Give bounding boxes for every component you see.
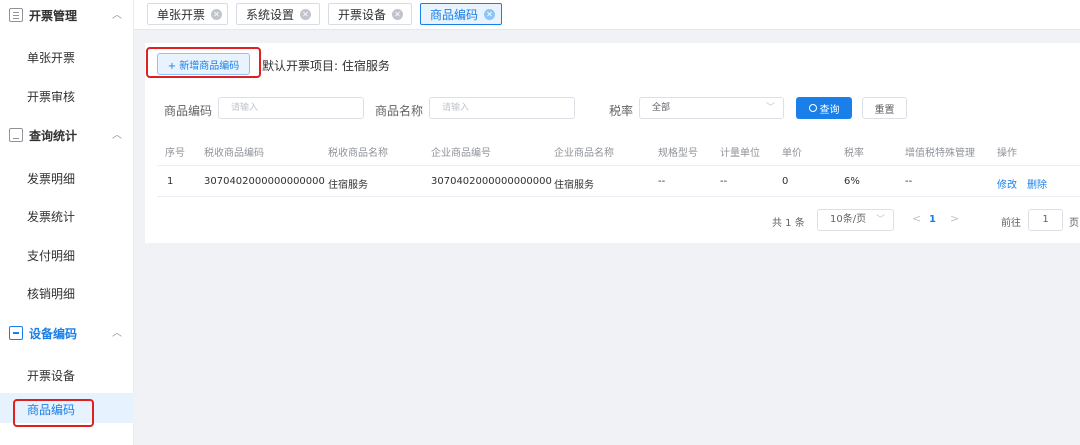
sidebar-group-query-stats[interactable]: 查询统计 ︿ — [0, 120, 134, 150]
query-button[interactable]: 查询 — [796, 97, 852, 119]
chevron-up-icon: ︿ — [112, 328, 122, 339]
tax-rate-select[interactable]: 全部 ﹀ — [639, 97, 784, 119]
delete-link[interactable]: 删除 — [1027, 176, 1047, 191]
code-search-input[interactable] — [218, 97, 364, 119]
document-icon — [9, 8, 23, 22]
sidebar-group-label: 开票管理 — [29, 9, 78, 23]
column-header: 计量单位 — [720, 148, 760, 159]
sidebar-item-single-invoice[interactable]: 单张开票 — [0, 41, 134, 71]
close-icon[interactable]: ✕ — [300, 8, 312, 20]
cell-enterprise-name: 住宿服务 — [554, 180, 594, 191]
column-header: 税率 — [844, 148, 864, 159]
sidebar-item-payment-detail[interactable]: 支付明细 — [0, 239, 134, 269]
column-header: 企业商品编号 — [431, 148, 491, 159]
page-suffix: 页 — [1069, 218, 1079, 229]
next-page-button[interactable]: > — [950, 212, 959, 225]
cell-unit: -- — [720, 176, 728, 187]
cell-tax-name: 住宿服务 — [328, 180, 368, 191]
sidebar-item-writeoff-detail[interactable]: 核销明细 — [0, 277, 134, 307]
sidebar-group-invoice-management[interactable]: 开票管理 ︿ — [0, 0, 134, 30]
sidebar-group-device-code[interactable]: 设备编码 ︿ — [0, 318, 134, 348]
reset-button[interactable]: 重置 — [862, 97, 907, 119]
content-card: + 新增商品编码 默认开票项目: 住宿服务 商品编码 商品名称 税率 全部 ﹀ … — [145, 43, 1080, 243]
column-header: 操作 — [997, 148, 1017, 159]
sidebar-group-label: 设备编码 — [29, 327, 78, 341]
column-header: 增值税特殊管理 — [905, 148, 975, 159]
pagination-total: 共 1 条 — [772, 218, 805, 229]
close-icon[interactable]: ✕ — [392, 8, 404, 20]
page-size-select[interactable]: 10条/页 ﹀ — [817, 209, 894, 231]
cell-price: 0 — [782, 176, 789, 187]
tab-bar: 单张开票 ✕ 系统设置 ✕ 开票设备 ✕ 商品编码 ✕ — [134, 0, 1080, 30]
cell-tax-code: 3070402000000000000 — [204, 176, 325, 187]
search-icon — [808, 104, 817, 112]
device-icon — [9, 326, 23, 340]
cell-tax-rate: 6% — [844, 176, 860, 187]
chevron-down-icon: ﹀ — [875, 215, 885, 225]
column-header: 税收商品名称 — [328, 148, 388, 159]
sidebar-item-invoice-detail[interactable]: 发票明细 — [0, 162, 134, 192]
close-icon[interactable]: ✕ — [484, 8, 496, 20]
default-project-label: 默认开票项目: 住宿服务 — [262, 59, 390, 73]
goto-page-input[interactable]: 1 — [1028, 209, 1063, 231]
edit-link[interactable]: 修改 — [997, 176, 1017, 191]
cell-spec: -- — [658, 176, 666, 187]
highlight-box — [13, 399, 94, 427]
sidebar-item-invoice-review[interactable]: 开票审核 — [0, 80, 134, 110]
cell-enterprise-code: 3070402000000000000 — [431, 176, 552, 187]
column-header: 税收商品编码 — [204, 148, 264, 159]
name-filter-label: 商品名称 — [375, 104, 424, 118]
column-header: 规格型号 — [658, 148, 698, 159]
sidebar-item-invoice-stats[interactable]: 发票统计 — [0, 200, 134, 230]
tab-system-settings[interactable]: 系统设置 ✕ — [236, 3, 320, 25]
cell-index: 1 — [167, 176, 174, 187]
table-header: 序号 税收商品编码 税收商品名称 企业商品编号 企业商品名称 规格型号 计量单位… — [157, 133, 1080, 166]
code-filter-label: 商品编码 — [164, 104, 213, 118]
sidebar: 开票管理 ︿ 单张开票 开票审核 查询统计 ︿ 发票明细 发票统计 支付明细 核… — [0, 0, 134, 445]
chevron-up-icon: ︿ — [112, 10, 122, 21]
highlight-box — [146, 47, 261, 78]
chevron-down-icon: ﹀ — [765, 103, 775, 113]
tab-product-code[interactable]: 商品编码 ✕ — [420, 3, 502, 25]
sidebar-group-label: 查询统计 — [29, 129, 78, 143]
goto-label: 前往 — [1001, 218, 1021, 229]
tab-single-invoice[interactable]: 单张开票 ✕ — [147, 3, 228, 25]
tab-invoice-device[interactable]: 开票设备 ✕ — [328, 3, 412, 25]
current-page-number[interactable]: 1 — [929, 214, 936, 225]
column-header: 序号 — [165, 148, 185, 159]
table-row: 1 3070402000000000000 住宿服务 3070402000000… — [157, 166, 1080, 197]
tax-rate-filter-label: 税率 — [609, 104, 634, 118]
chevron-up-icon: ︿ — [112, 130, 122, 141]
monitor-icon — [9, 128, 23, 142]
prev-page-button[interactable]: < — [912, 212, 921, 225]
sidebar-item-invoice-device[interactable]: 开票设备 — [0, 359, 134, 389]
column-header: 单价 — [782, 148, 802, 159]
column-header: 企业商品名称 — [554, 148, 614, 159]
name-search-input[interactable] — [429, 97, 575, 119]
cell-special-management: -- — [905, 176, 913, 187]
close-icon[interactable]: ✕ — [211, 8, 223, 20]
